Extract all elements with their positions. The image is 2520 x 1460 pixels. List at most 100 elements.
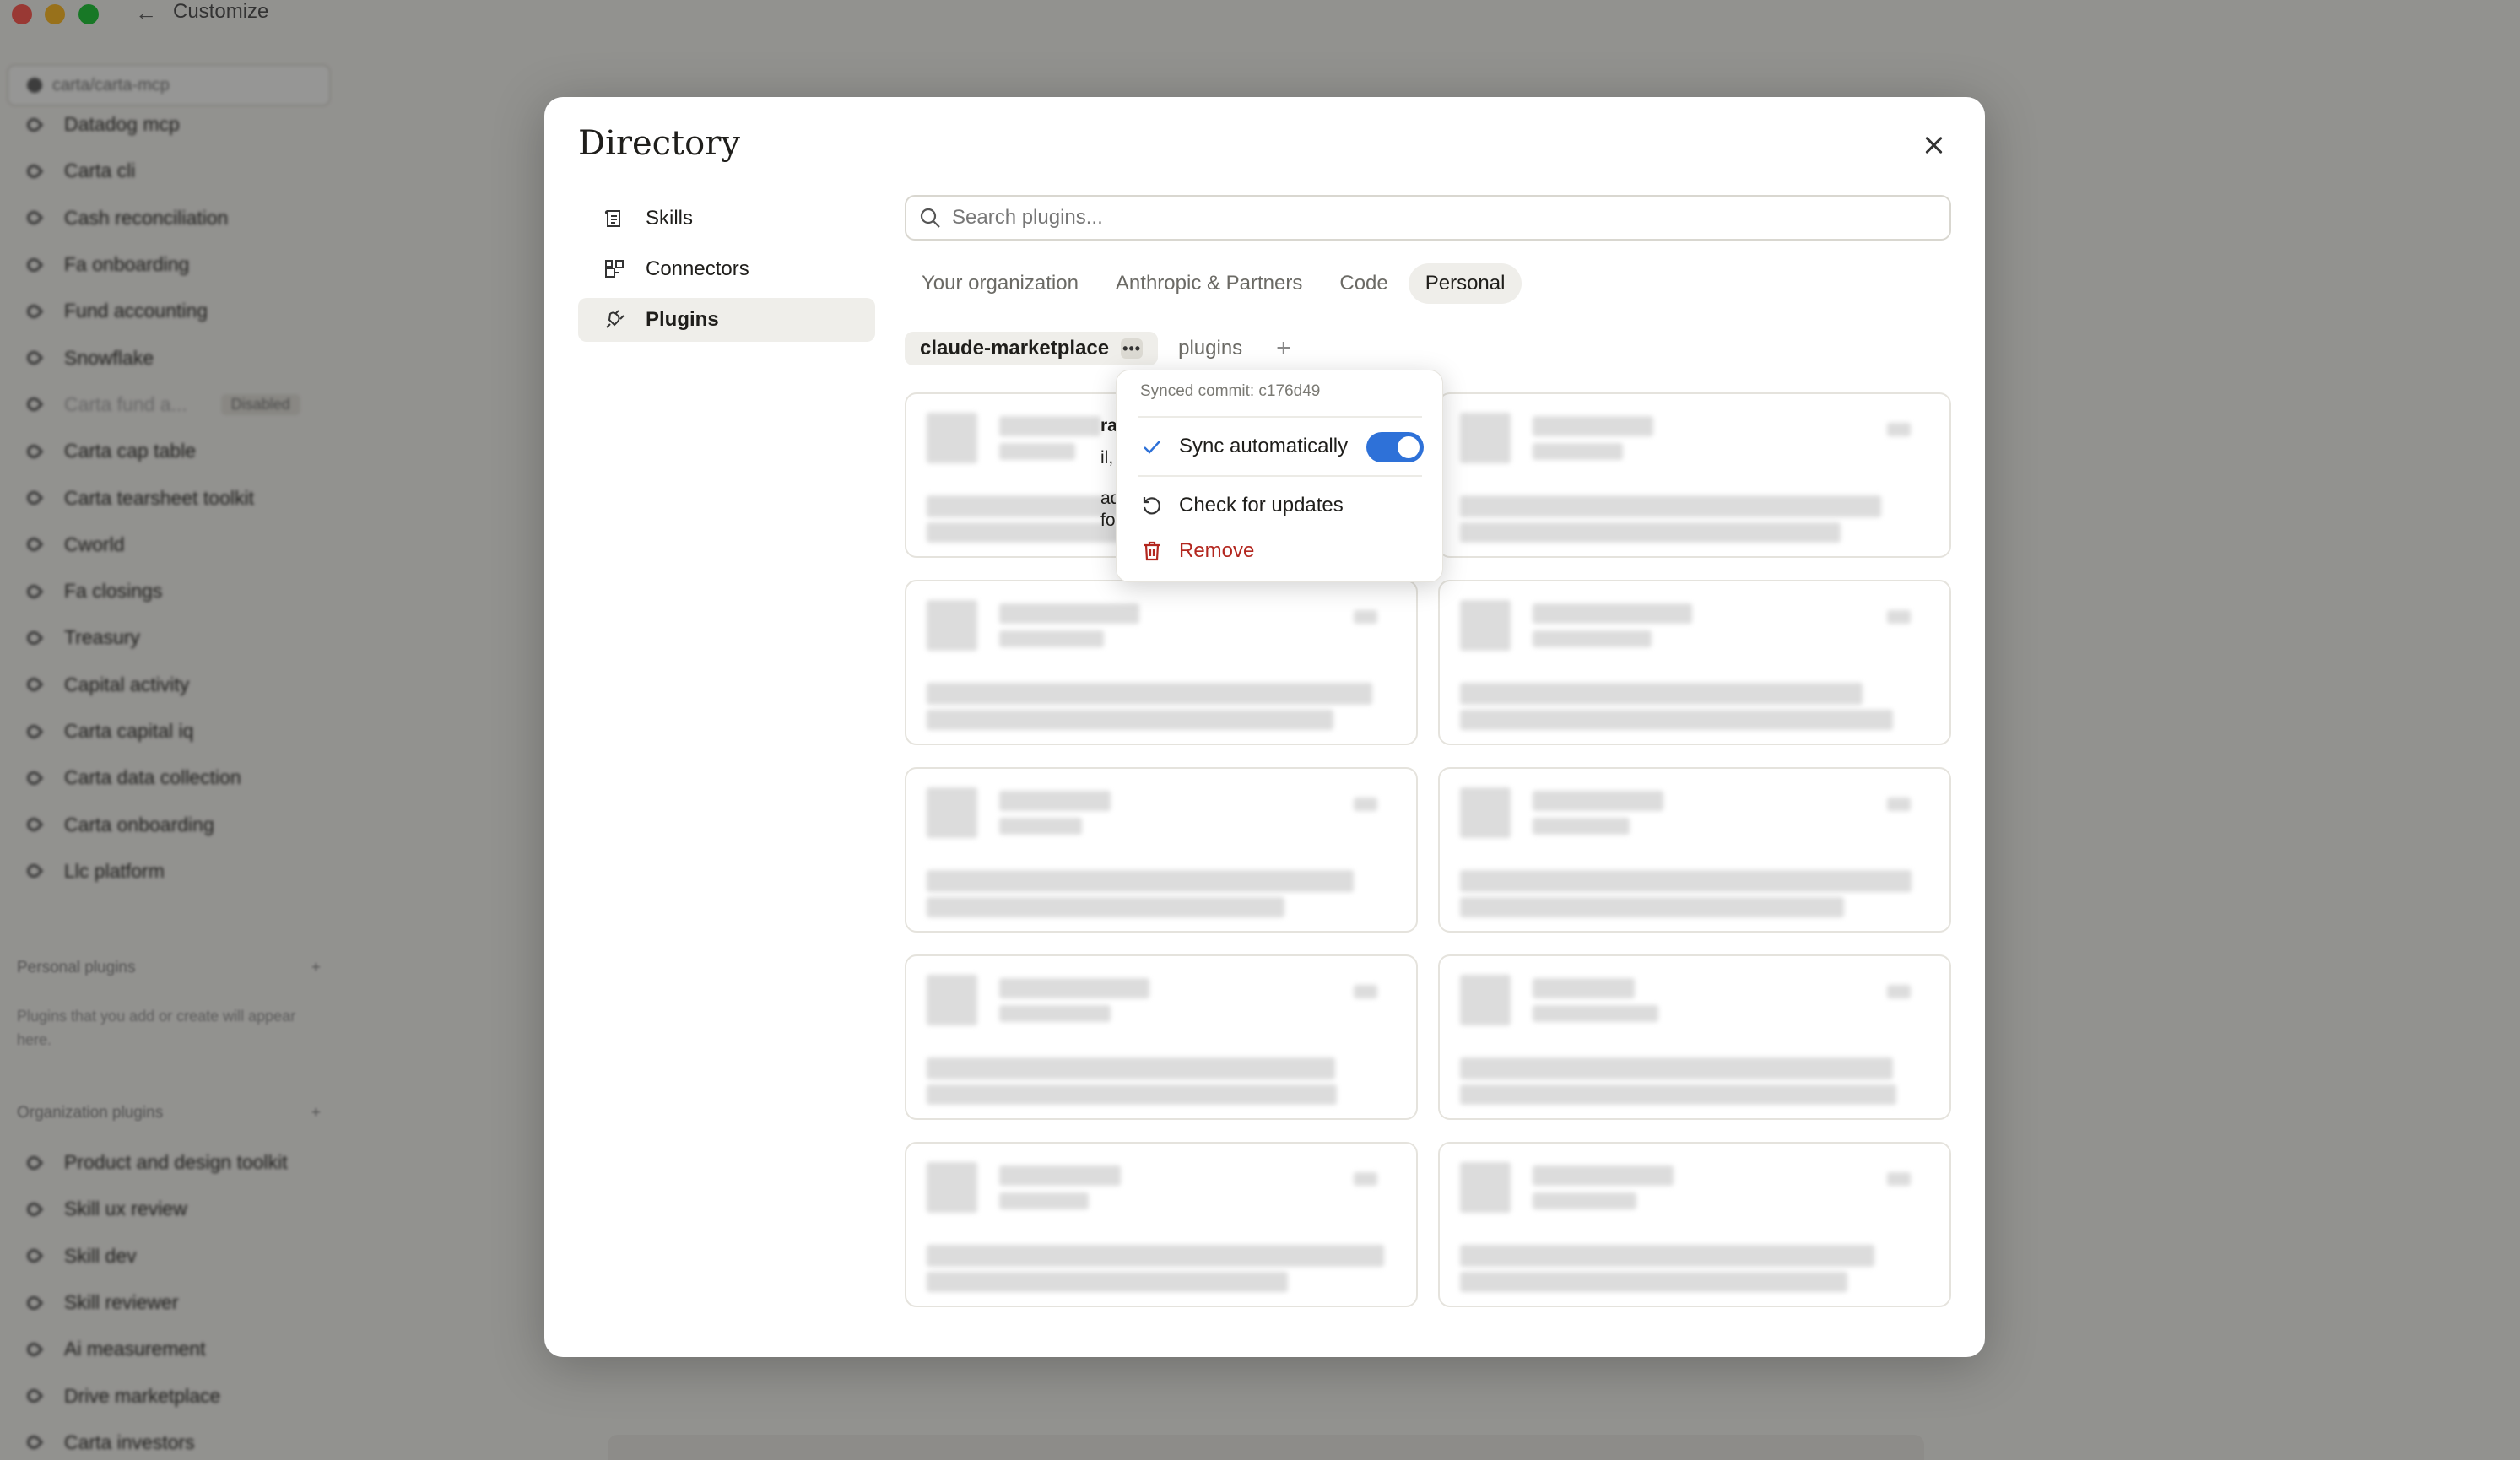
marketplace-options-popover: Synced commit: c176d49 Sync automaticall…	[1116, 370, 1443, 582]
directory-nav: Skills Connectors Plugins	[578, 197, 875, 349]
plugin-card[interactable]	[1438, 954, 1951, 1120]
plugin-card[interactable]	[905, 580, 1418, 745]
redacted-content	[1460, 1272, 1847, 1292]
connectors-icon	[605, 260, 624, 278]
plugin-card[interactable]	[905, 954, 1418, 1120]
nav-label: Plugins	[646, 308, 719, 331]
synced-commit-label: Synced commit: c176d49	[1140, 382, 1321, 400]
redacted-content	[999, 603, 1139, 624]
redacted-content	[1354, 798, 1377, 811]
redacted-content	[1533, 416, 1653, 436]
divider	[1138, 416, 1422, 418]
sync-label: Sync automatically	[1179, 435, 1349, 457]
more-options-icon[interactable]: •••	[1121, 338, 1144, 359]
redacted-content	[1887, 610, 1911, 624]
redacted-content	[1460, 495, 1881, 517]
redacted-content	[999, 443, 1075, 460]
nav-item-skills[interactable]: Skills	[578, 197, 875, 241]
tab-your-organization[interactable]: Your organization	[905, 263, 1095, 304]
redacted-content	[1887, 798, 1911, 811]
plugin-card[interactable]	[1438, 580, 1951, 745]
sync-toggle[interactable]	[1366, 432, 1424, 462]
redacted-content	[999, 818, 1082, 835]
redacted-content	[927, 1272, 1288, 1292]
redacted-content	[1460, 710, 1893, 730]
redacted-content	[1533, 630, 1652, 647]
redacted-content	[1460, 975, 1511, 1025]
redacted-content	[1354, 610, 1377, 624]
plug-icon	[606, 310, 625, 328]
redacted-content	[999, 791, 1111, 811]
redacted-content	[999, 630, 1104, 647]
redacted-content	[927, 787, 977, 838]
nav-label: Skills	[646, 207, 694, 230]
redacted-content	[1533, 791, 1663, 811]
tab-personal[interactable]: Personal	[1408, 263, 1522, 304]
sync-automatically-toggle-row[interactable]: Sync automatically	[1140, 430, 1424, 463]
redacted-content	[927, 683, 1372, 705]
marketplace-chip-claude-marketplace[interactable]: claude-marketplace •••	[905, 332, 1159, 365]
redacted-content	[927, 413, 977, 463]
card-text-fragment: ra	[1100, 416, 1117, 435]
redacted-content	[927, 1162, 977, 1213]
redacted-content	[1533, 978, 1635, 998]
redacted-content	[1460, 1084, 1896, 1105]
plugin-card[interactable]	[1438, 1142, 1951, 1307]
nav-item-plugins[interactable]: Plugins	[578, 298, 875, 342]
search-input[interactable]	[952, 206, 1922, 230]
redacted-content	[927, 870, 1354, 892]
redacted-content	[1460, 522, 1841, 543]
redacted-content	[1533, 818, 1630, 835]
trash-icon	[1144, 541, 1160, 561]
search-icon	[920, 208, 940, 228]
card-text-fragment: fo	[1100, 511, 1116, 530]
redacted-content	[927, 600, 977, 651]
redacted-content	[999, 1165, 1121, 1186]
close-icon[interactable]	[1917, 129, 1951, 163]
redacted-content	[1460, 413, 1511, 463]
redacted-content	[1460, 1057, 1893, 1079]
redacted-content	[927, 710, 1333, 730]
redacted-content	[999, 1005, 1111, 1022]
check-updates-label: Check for updates	[1179, 494, 1344, 516]
marketplace-tabs: claude-marketplace ••• plugins +	[905, 332, 1291, 365]
remove-label: Remove	[1179, 539, 1255, 562]
redacted-content	[999, 1192, 1089, 1209]
redacted-content	[1354, 985, 1377, 998]
add-marketplace-icon[interactable]: +	[1276, 334, 1291, 363]
refresh-icon	[1143, 497, 1160, 515]
plugin-card[interactable]	[905, 767, 1418, 933]
redacted-content	[1460, 897, 1844, 917]
redacted-content	[1460, 1162, 1511, 1213]
plugin-card[interactable]	[1438, 767, 1951, 933]
nav-item-connectors[interactable]: Connectors	[578, 247, 875, 291]
redacted-content	[1460, 870, 1912, 892]
redacted-content	[1533, 1005, 1658, 1022]
redacted-content	[1533, 1165, 1674, 1186]
divider	[1138, 475, 1422, 477]
check-icon	[1144, 441, 1160, 454]
directory-tabs: Your organization Anthropic & Partners C…	[905, 263, 1525, 304]
skills-icon	[604, 210, 620, 227]
redacted-content	[927, 975, 977, 1025]
redacted-content	[1533, 1192, 1636, 1209]
redacted-content	[1887, 1172, 1911, 1186]
tab-code[interactable]: Code	[1322, 263, 1404, 304]
redacted-content	[927, 897, 1284, 917]
redacted-content	[1460, 683, 1863, 705]
marketplace-label: claude-marketplace	[920, 337, 1110, 360]
redacted-content	[927, 1057, 1335, 1079]
redacted-content	[927, 1245, 1384, 1267]
check-for-updates-item[interactable]: Check for updates	[1140, 489, 1424, 522]
card-text-fragment: il,	[1100, 448, 1114, 468]
redacted-content	[1887, 985, 1911, 998]
redacted-content	[1533, 443, 1623, 460]
marketplace-chip-plugins[interactable]: plugins	[1163, 332, 1257, 365]
redacted-content	[1460, 600, 1511, 651]
tab-anthropic-partners[interactable]: Anthropic & Partners	[1099, 263, 1319, 304]
remove-item[interactable]: Remove	[1140, 534, 1424, 568]
plugin-search[interactable]	[905, 195, 1951, 241]
plugin-card[interactable]	[905, 1142, 1418, 1307]
plugin-card[interactable]	[1438, 392, 1951, 558]
modal-title: Directory	[578, 124, 740, 163]
